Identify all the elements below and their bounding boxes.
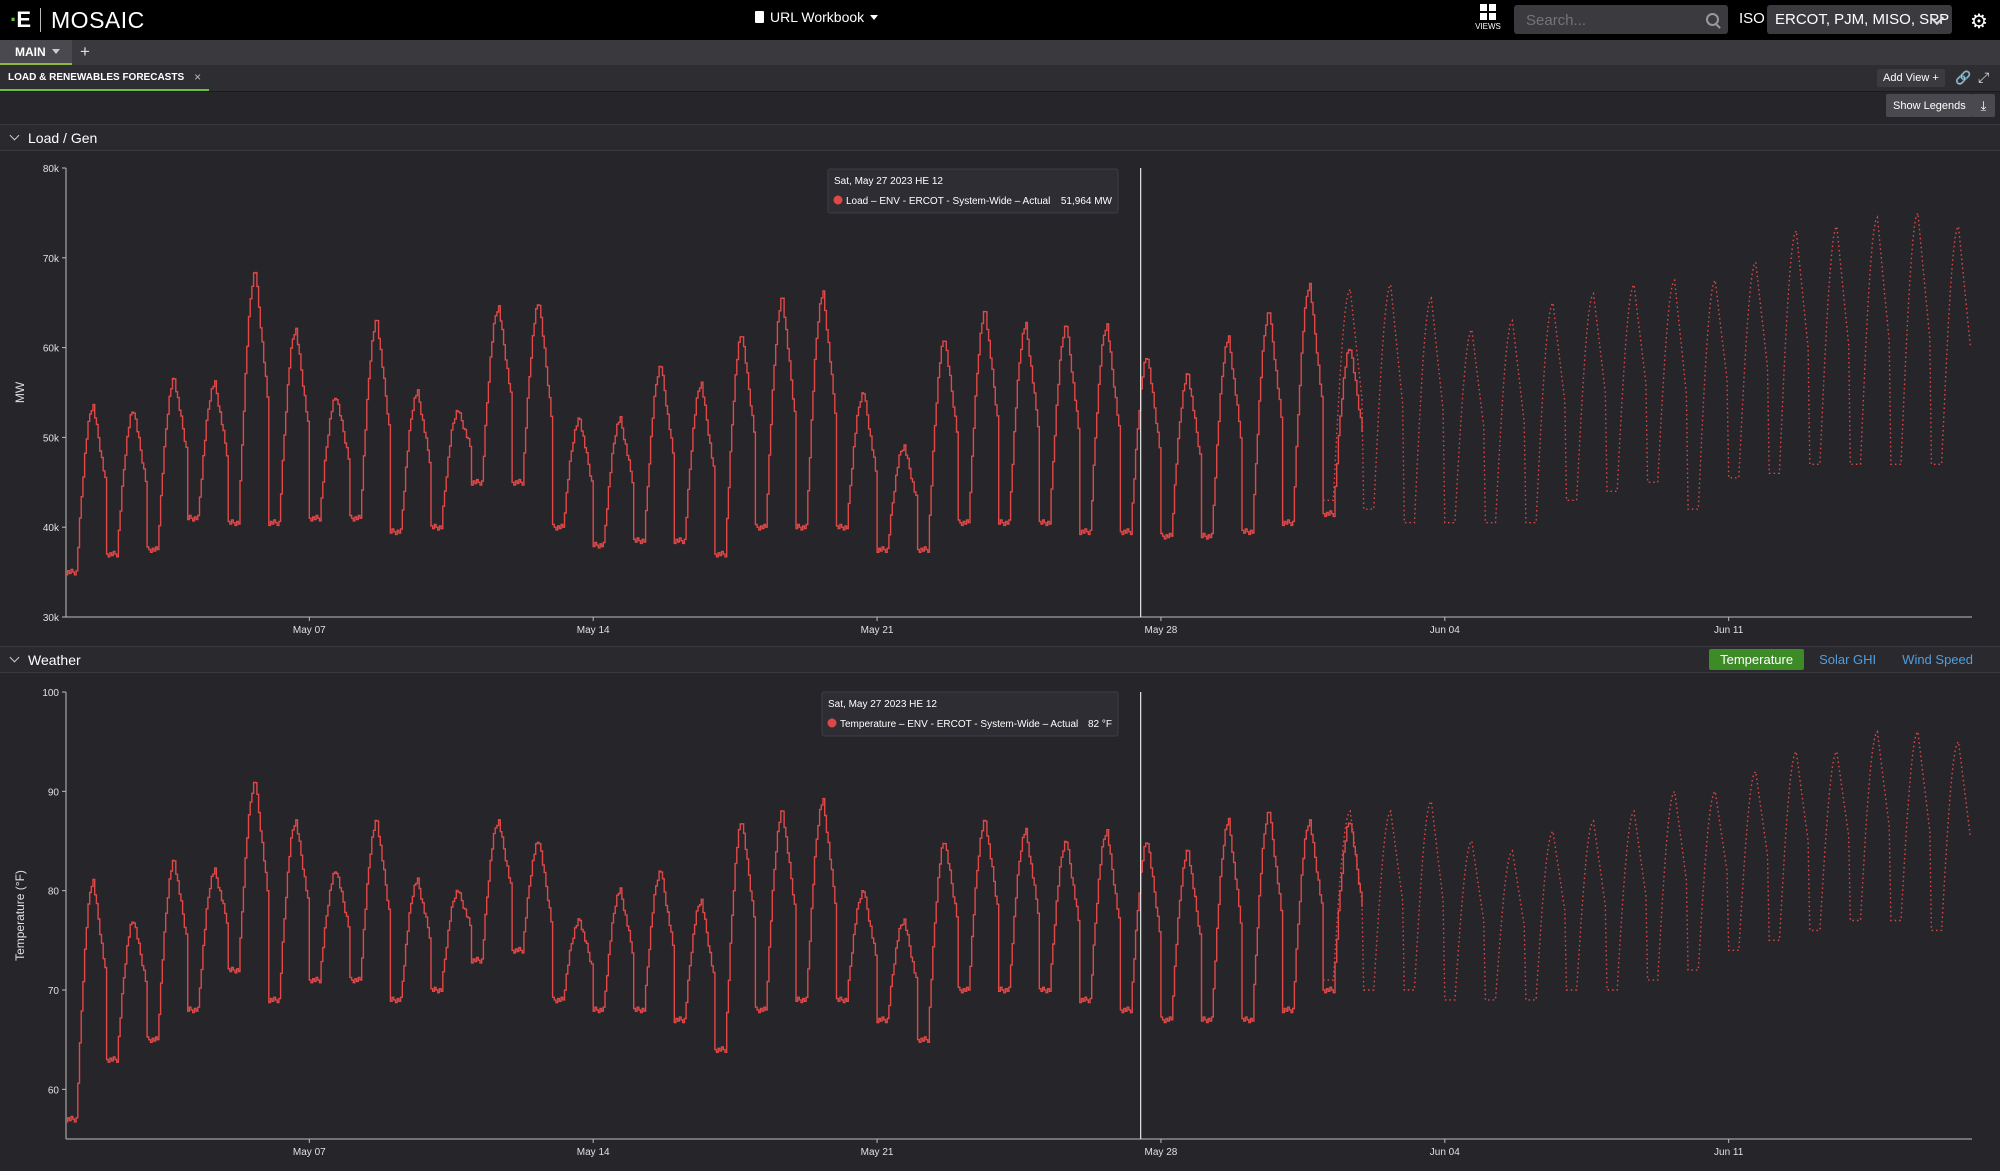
tab-main-label: MAIN: [15, 44, 46, 59]
section-title: Load / Gen: [28, 129, 98, 146]
series-line-actual: [66, 781, 1363, 1123]
x-tick-label: Jun 11: [1714, 1147, 1744, 1158]
y-tick-label: 70: [48, 986, 60, 997]
views-button[interactable]: VIEWS: [1474, 4, 1502, 31]
expand-icon[interactable]: ⤢: [1978, 69, 1989, 86]
tooltip-value: 82 °F: [1088, 719, 1112, 730]
caret-down-icon: [870, 14, 879, 20]
chart-tooltip: Sat, May 27 2023 HE 12 Temperature – ENV …: [821, 691, 1119, 737]
app-name: MOSAIC: [51, 6, 145, 33]
search-box[interactable]: [1514, 5, 1728, 34]
view-bar: LOAD & RENEWABLES FORECASTS × Add View +…: [0, 65, 2000, 92]
book-icon: [755, 11, 764, 23]
load-gen-section-header[interactable]: Load / Gen: [0, 124, 2000, 151]
caret-down-icon[interactable]: [51, 49, 60, 54]
tooltip-series-dot: [833, 195, 843, 205]
y-tick-label: 80: [48, 887, 60, 898]
add-tab-button[interactable]: +: [80, 42, 90, 62]
y-axis-label: MW: [13, 381, 27, 403]
grid-icon: [1480, 4, 1496, 20]
tab-main[interactable]: MAIN: [0, 40, 72, 65]
search-icon[interactable]: [1706, 13, 1719, 26]
series-line-forecast: [1323, 210, 1971, 524]
view-tab[interactable]: LOAD & RENEWABLES FORECASTS ×: [0, 65, 210, 91]
iso-label: ISO: [1739, 10, 1765, 27]
x-tick-label: May 07: [293, 1147, 326, 1158]
view-tab-label: LOAD & RENEWABLES FORECASTS: [8, 71, 185, 83]
show-legends-button[interactable]: Show Legends: [1886, 94, 1973, 117]
y-tick-label: 80k: [43, 164, 60, 175]
x-tick-label: Jun 11: [1714, 625, 1744, 636]
x-tick-label: May 07: [293, 625, 326, 636]
legend-toolbar: Show Legends ⤓: [0, 92, 2000, 125]
x-tick-label: May 21: [861, 625, 894, 636]
weather-metric-tabs: Temperature Solar GHI Wind Speed: [1709, 649, 1984, 670]
chevron-down-icon[interactable]: [9, 652, 20, 663]
y-tick-label: 70k: [43, 254, 60, 265]
tab-temperature[interactable]: Temperature: [1709, 649, 1805, 670]
mosaic-logo[interactable]: ·E MOSAIC: [10, 6, 145, 34]
x-tick-label: May 28: [1145, 1147, 1178, 1158]
download-icon[interactable]: ⤓: [1972, 94, 1995, 117]
views-label: VIEWS: [1475, 22, 1501, 31]
logo-divider: [40, 8, 42, 32]
chevron-down-icon[interactable]: [9, 130, 20, 141]
tooltip-series-name: Load – ENV - ERCOT - System-Wide – Actua…: [846, 196, 1050, 207]
tab-wind-speed[interactable]: Wind Speed: [1891, 649, 1984, 670]
y-tick-label: 60k: [43, 344, 60, 355]
enverus-logo-icon: ·E: [10, 7, 31, 32]
top-bar: ·E MOSAIC URL Workbook VIEWS ISO ERCOT, …: [0, 0, 2000, 40]
close-icon[interactable]: ×: [194, 70, 201, 84]
gear-icon[interactable]: ⚙: [1970, 9, 1988, 34]
y-tick-label: 50k: [43, 433, 60, 444]
y-tick-label: 90: [48, 787, 60, 798]
series-line-actual: [66, 271, 1363, 576]
weather-chart[interactable]: 60 70 80 90 100 May 07 May 14 May 21 May 28 Jun 0…: [0, 672, 2000, 1171]
x-tick-label: Jun 04: [1430, 625, 1460, 636]
y-tick-label: 100: [42, 688, 59, 699]
y-tick-label: 60: [48, 1085, 60, 1096]
iso-select-value: ERCOT, PJM, MISO, SPP: [1775, 11, 1950, 28]
x-tick-label: May 28: [1145, 625, 1178, 636]
y-tick-label: 30k: [43, 613, 60, 624]
y-axis-label: Temperature (°F): [13, 870, 27, 961]
section-title: Weather: [28, 651, 81, 668]
chart-tooltip: Sat, May 27 2023 HE 12 Load – ENV - ERCOT…: [827, 168, 1119, 214]
workbook-title: URL Workbook: [770, 9, 865, 25]
tooltip-date: Sat, May 27 2023 HE 12: [828, 699, 937, 710]
tooltip-series-dot: [827, 718, 837, 728]
x-tick-label: Jun 04: [1430, 1147, 1460, 1158]
iso-select[interactable]: ERCOT, PJM, MISO, SPP: [1767, 5, 1952, 34]
link-icon[interactable]: 🔗: [1955, 70, 1971, 86]
weather-section-header[interactable]: Weather Temperature Solar GHI Wind Speed: [0, 646, 2000, 673]
load-chart[interactable]: 30k 40k 50k 60k 70k 80k May 07 May 14 May 21 May …: [0, 150, 2000, 645]
x-tick-label: May 14: [577, 1147, 610, 1158]
workbook-dropdown[interactable]: URL Workbook: [755, 9, 879, 25]
tooltip-value: 51,964 MW: [1061, 196, 1113, 207]
y-tick-label: 40k: [43, 523, 60, 534]
add-view-button[interactable]: Add View +: [1877, 69, 1945, 87]
tooltip-series-name: Temperature – ENV - ERCOT - System-Wide …: [840, 719, 1078, 730]
series-line-forecast: [1323, 729, 1971, 1001]
workbook-tab-bar: MAIN +: [0, 40, 2000, 65]
x-tick-label: May 21: [861, 1147, 894, 1158]
search-input[interactable]: [1524, 11, 1698, 30]
tab-solar-ghi[interactable]: Solar GHI: [1808, 649, 1887, 670]
x-tick-label: May 14: [577, 625, 610, 636]
tooltip-date: Sat, May 27 2023 HE 12: [834, 176, 943, 187]
